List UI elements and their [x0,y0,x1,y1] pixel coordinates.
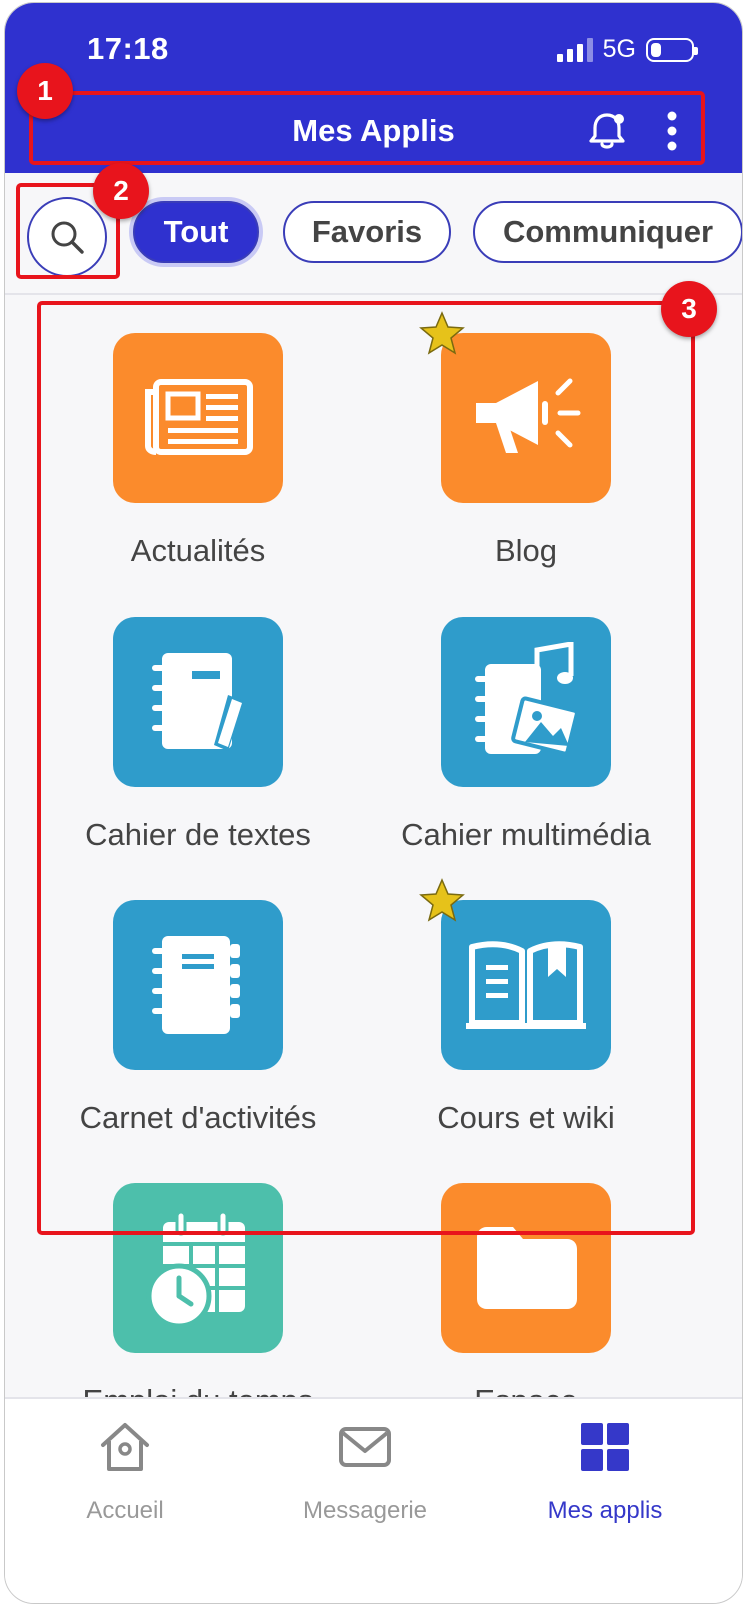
bottom-navigation: Accueil Messagerie Mes applis [5,1397,742,1603]
nav-label: Accueil [86,1497,164,1524]
nav-label: Mes applis [547,1497,663,1524]
annotation-box-1 [29,91,705,165]
annotation-marker-3: 3 [661,281,717,337]
apps-grid-icon [581,1423,629,1471]
folder-icon [477,1227,577,1309]
annotation-box-3 [37,301,695,1235]
home-icon [101,1423,149,1471]
battery-icon [646,37,698,62]
annotation-marker-2: 2 [93,163,149,219]
filter-chip-communicate[interactable]: Communiquer [473,201,742,263]
phone-frame: 17:18 5G Mes Applis Tout Favoris Communi… [4,2,743,1604]
nav-item-home[interactable]: Accueil [5,1419,245,1525]
network-type: 5G [602,35,636,63]
filter-chip-favorites[interactable]: Favoris [283,201,451,263]
filter-chip-all[interactable]: Tout [133,201,259,263]
nav-label: Messagerie [302,1497,428,1524]
status-time: 17:18 [87,31,169,66]
nav-item-mes-applis[interactable]: Mes applis [485,1419,725,1525]
mail-icon [339,1427,391,1467]
nav-item-messagerie[interactable]: Messagerie [245,1419,485,1525]
app-label: Espace [361,1383,691,1397]
signal-icon [556,37,593,62]
status-indicators: 5G [556,35,698,64]
annotation-marker-1: 1 [17,63,73,119]
app-label: Emploi du temps [33,1383,363,1397]
